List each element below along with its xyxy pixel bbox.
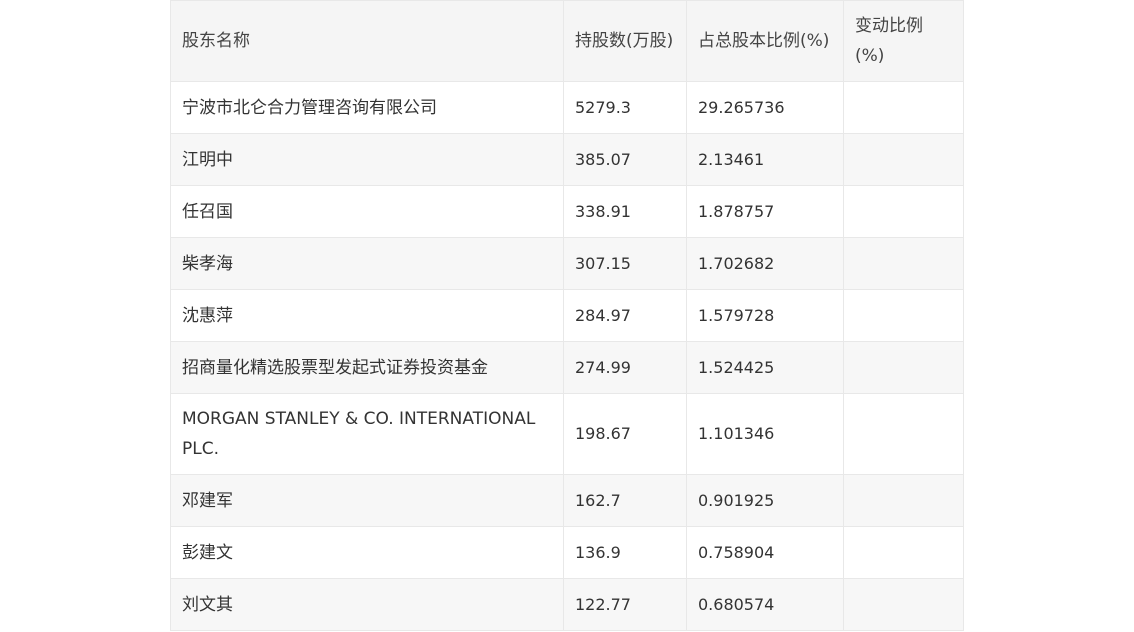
table-row: 刘文其 122.77 0.680574 (170, 578, 964, 631)
cell-change (843, 81, 964, 134)
cell-name: 宁波市北仑合力管理咨询有限公司 (170, 81, 564, 134)
cell-shares: 284.97 (563, 289, 687, 342)
cell-ratio: 29.265736 (686, 81, 844, 134)
cell-shares: 338.91 (563, 185, 687, 238)
cell-ratio: 1.524425 (686, 341, 844, 394)
header-shareholder-name: 股东名称 (170, 0, 564, 82)
table-row: 江明中 385.07 2.13461 (170, 133, 964, 186)
cell-name: 江明中 (170, 133, 564, 186)
cell-ratio: 2.13461 (686, 133, 844, 186)
cell-ratio: 1.702682 (686, 237, 844, 290)
table-row: 招商量化精选股票型发起式证券投资基金 274.99 1.524425 (170, 341, 964, 394)
table-row: 彭建文 136.9 0.758904 (170, 526, 964, 579)
cell-name: 彭建文 (170, 526, 564, 579)
table-row: MORGAN STANLEY & CO. INTERNATIONAL PLC. … (170, 393, 964, 475)
cell-change (843, 393, 964, 475)
cell-name: 招商量化精选股票型发起式证券投资基金 (170, 341, 564, 394)
cell-change (843, 578, 964, 631)
cell-change (843, 237, 964, 290)
cell-ratio: 1.579728 (686, 289, 844, 342)
shareholder-table: 股东名称 持股数(万股) 占总股本比例(%) 变动比例(%) 宁波市北仑合力管理… (170, 0, 964, 631)
cell-shares: 136.9 (563, 526, 687, 579)
table-row: 邓建军 162.7 0.901925 (170, 474, 964, 527)
cell-name: 任召国 (170, 185, 564, 238)
cell-change (843, 474, 964, 527)
cell-shares: 385.07 (563, 133, 687, 186)
cell-change (843, 133, 964, 186)
cell-shares: 274.99 (563, 341, 687, 394)
table-row: 柴孝海 307.15 1.702682 (170, 237, 964, 290)
header-shares: 持股数(万股) (563, 0, 687, 82)
header-change-ratio: 变动比例(%) (843, 0, 964, 82)
table-row: 任召国 338.91 1.878757 (170, 185, 964, 238)
cell-shares: 5279.3 (563, 81, 687, 134)
shareholder-table-container: 股东名称 持股数(万股) 占总股本比例(%) 变动比例(%) 宁波市北仑合力管理… (170, 0, 964, 631)
cell-change (843, 289, 964, 342)
cell-change (843, 185, 964, 238)
cell-name: 柴孝海 (170, 237, 564, 290)
cell-ratio: 1.878757 (686, 185, 844, 238)
cell-name: 邓建军 (170, 474, 564, 527)
cell-name: 刘文其 (170, 578, 564, 631)
table-row: 宁波市北仑合力管理咨询有限公司 5279.3 29.265736 (170, 81, 964, 134)
cell-ratio: 0.758904 (686, 526, 844, 579)
cell-ratio: 0.901925 (686, 474, 844, 527)
cell-name: MORGAN STANLEY & CO. INTERNATIONAL PLC. (170, 393, 564, 475)
cell-ratio: 0.680574 (686, 578, 844, 631)
cell-change (843, 526, 964, 579)
cell-shares: 122.77 (563, 578, 687, 631)
cell-shares: 162.7 (563, 474, 687, 527)
header-ratio: 占总股本比例(%) (686, 0, 844, 82)
table-row: 沈惠萍 284.97 1.579728 (170, 289, 964, 342)
cell-ratio: 1.101346 (686, 393, 844, 475)
cell-shares: 307.15 (563, 237, 687, 290)
table-header-row: 股东名称 持股数(万股) 占总股本比例(%) 变动比例(%) (170, 0, 964, 82)
cell-change (843, 341, 964, 394)
cell-name: 沈惠萍 (170, 289, 564, 342)
cell-shares: 198.67 (563, 393, 687, 475)
